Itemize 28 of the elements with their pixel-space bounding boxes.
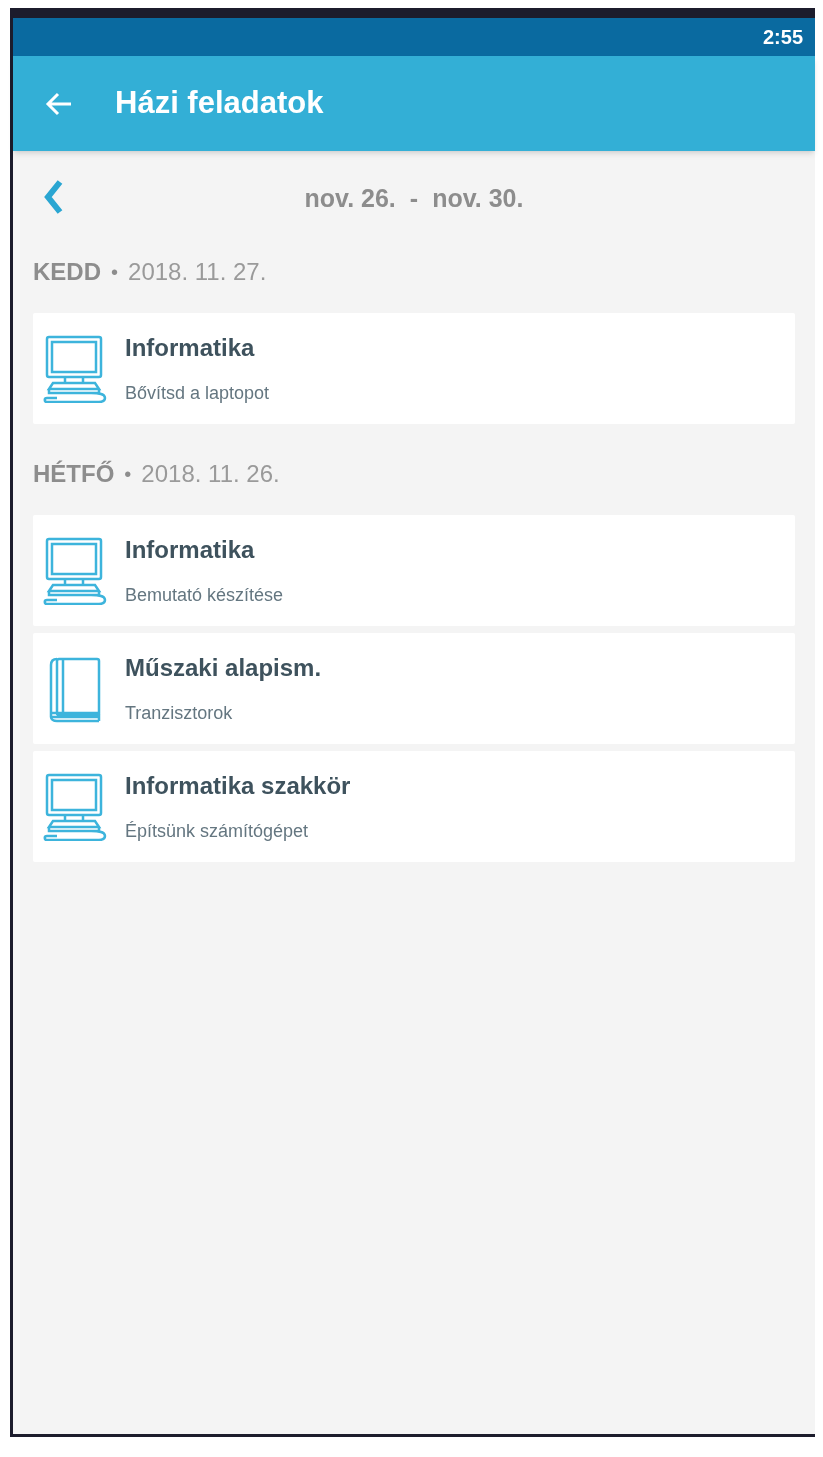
screen-title: Házi feladatok <box>115 84 324 123</box>
subject-name: Informatika szakkör <box>125 771 351 801</box>
homework-task: Építsünk számítógépet <box>125 820 310 843</box>
homework-card[interactable]: Informatika szakkör Építsünk számítógépet <box>33 751 795 862</box>
week-end-date: nov. 30. <box>432 183 524 215</box>
week-start-date: nov. 26. <box>304 183 396 215</box>
homework-task: Bemutató készítése <box>125 584 284 607</box>
day-name: KEDD <box>33 257 101 287</box>
homework-task: Tranzisztorok <box>125 702 234 725</box>
bullet-separator: • <box>124 462 132 487</box>
subject-name: Informatika <box>125 333 256 363</box>
chevron-left-icon <box>44 179 64 215</box>
day-name: HÉTFŐ <box>33 459 115 489</box>
day-date: 2018. 11. 27. <box>128 257 267 287</box>
homework-card[interactable]: Informatika Bővítsd a laptopot <box>33 313 795 424</box>
computer-icon <box>43 536 109 605</box>
computer-icon <box>43 334 109 403</box>
bullet-separator: • <box>111 260 119 285</box>
homework-card[interactable]: Informatika Bemutató készítése <box>33 515 795 626</box>
computer-icon <box>43 772 109 841</box>
range-separator: - <box>409 183 419 215</box>
status-time: 2:55 <box>762 25 803 50</box>
homework-card[interactable]: Műszaki alapism. Tranzisztorok <box>33 633 795 744</box>
day-date: 2018. 11. 26. <box>141 459 280 489</box>
homework-task: Bővítsd a laptopot <box>125 382 270 405</box>
subject-name: Informatika <box>125 535 256 565</box>
subject-name: Műszaki alapism. <box>125 653 322 683</box>
back-arrow-icon <box>45 90 73 117</box>
